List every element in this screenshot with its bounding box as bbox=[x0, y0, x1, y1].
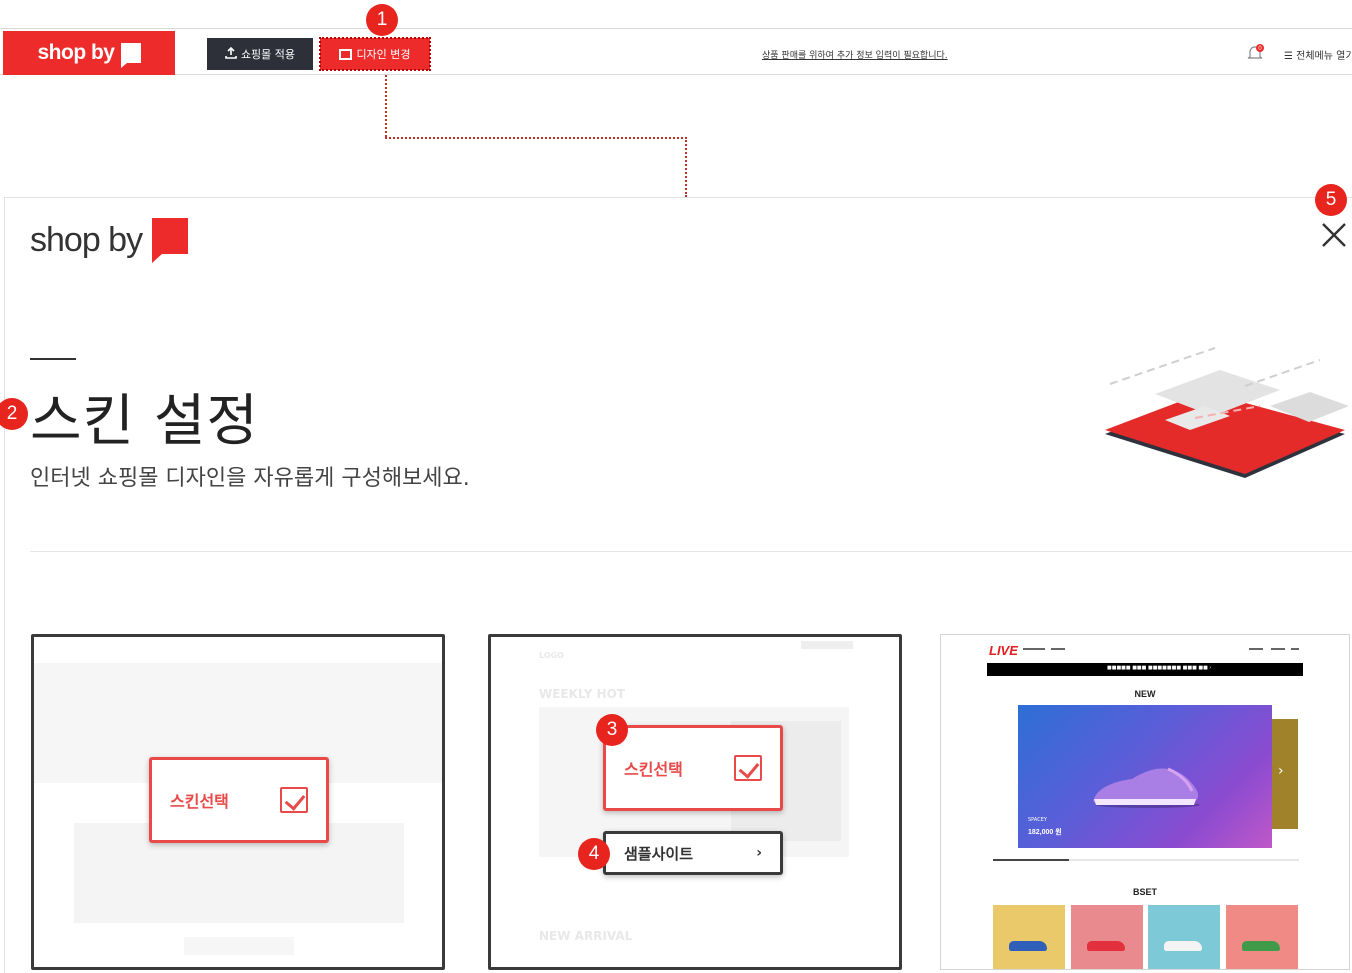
panel-logo: shop by bbox=[30, 218, 189, 263]
preview-nav-item bbox=[1291, 648, 1299, 650]
connector-line bbox=[685, 137, 687, 197]
connector-line bbox=[385, 137, 687, 139]
shoe-image bbox=[1087, 941, 1125, 951]
step-marker-4: 4 bbox=[578, 838, 610, 870]
sneaker-image bbox=[1093, 767, 1200, 808]
skin-card-1[interactable]: 스킨선택 bbox=[31, 634, 445, 970]
skin-settings-panel: shop by 스킨 설정 인터넷 쇼핑몰 디자인을 자유롭게 구성해보세요. … bbox=[4, 197, 1352, 973]
square-frame-icon bbox=[339, 48, 353, 60]
apply-shop-button[interactable]: 쇼핑몰 적용 bbox=[207, 38, 313, 70]
design-change-button[interactable]: 디자인 변경 bbox=[319, 37, 431, 71]
skin-select-button[interactable]: 스킨선택 bbox=[149, 757, 329, 843]
preview-section-best: BSET bbox=[1132, 887, 1157, 897]
bell-icon[interactable]: 0 bbox=[1246, 44, 1264, 62]
shoe-image bbox=[1164, 941, 1202, 951]
logo-flag-icon bbox=[120, 43, 141, 68]
chevron-right-icon: › bbox=[756, 845, 762, 861]
faded-logo: LOGO bbox=[539, 651, 564, 660]
all-menu-button[interactable]: ☰ 전체메뉴 열기 bbox=[1284, 47, 1352, 62]
step-marker-1: 1 bbox=[366, 4, 398, 36]
connector-line bbox=[385, 75, 387, 137]
preview-hero-image: SPACEY 182,000 원 bbox=[1018, 705, 1272, 848]
preview-nav-item bbox=[1271, 648, 1285, 650]
checkbox-checked-icon bbox=[280, 787, 308, 813]
preview-product-tile bbox=[1148, 905, 1220, 969]
apply-shop-label: 쇼핑몰 적용 bbox=[240, 48, 296, 61]
preview-product-tile bbox=[1226, 905, 1298, 969]
preview-nav-item bbox=[1023, 648, 1045, 650]
preview-nav-item bbox=[1051, 648, 1065, 650]
preview-product-price: 182,000 원 bbox=[1028, 829, 1062, 836]
preview-header: LIVE bbox=[941, 635, 1349, 663]
design-change-label: 디자인 변경 bbox=[356, 48, 411, 61]
panel-logo-text: shop by bbox=[30, 221, 143, 259]
sample-site-label: 샘플사이트 bbox=[624, 844, 694, 863]
logo-flag-icon bbox=[152, 218, 189, 263]
preview-next-slide: › bbox=[1272, 719, 1298, 829]
upload-icon bbox=[225, 46, 237, 62]
skin-select-label: 스킨선택 bbox=[624, 760, 683, 779]
faded-section-new-arrival: NEW ARRIVAL bbox=[539, 929, 633, 943]
placeholder-block bbox=[801, 641, 853, 649]
preview-section-new: NEW bbox=[1134, 689, 1156, 699]
placeholder-block bbox=[184, 937, 294, 955]
skin-card-2[interactable]: LOGO WEEKLY HOT NEW ARRIVAL 스킨선택 샘플사이트 › bbox=[488, 634, 902, 970]
skin-select-button[interactable]: 스킨선택 bbox=[603, 725, 783, 811]
skin-select-label: 스킨선택 bbox=[170, 792, 229, 811]
layers-illustration bbox=[1095, 346, 1352, 486]
close-icon[interactable] bbox=[1319, 220, 1349, 250]
page-subtitle: 인터넷 쇼핑몰 디자인을 자유롭게 구성해보세요. bbox=[30, 466, 470, 491]
preview-product-tile bbox=[1071, 905, 1143, 969]
shoe-image bbox=[1009, 941, 1047, 951]
preview-product-name: SPACEY bbox=[1028, 817, 1047, 823]
required-info-notice-link[interactable]: 상품 판매를 위하여 추가 정보 입력이 필요합니다. bbox=[762, 48, 948, 61]
chevron-right-icon: › bbox=[1278, 763, 1284, 779]
top-bar: shop by 쇼핑몰 적용 디자인 변경 상품 판매를 위하여 추가 정보 입… bbox=[0, 28, 1352, 75]
hamburger-icon: ☰ bbox=[1284, 51, 1293, 62]
preview-product-tile bbox=[993, 905, 1065, 969]
all-menu-label: 전체메뉴 열기 bbox=[1296, 51, 1352, 62]
step-marker-5: 5 bbox=[1315, 184, 1347, 216]
preview-top-banner: ■■■■■ ■■■ ■■■■■■■ ■■■ ■■ › bbox=[987, 663, 1303, 676]
page-title: 스킨 설정 bbox=[30, 389, 259, 454]
checkbox-checked-icon bbox=[734, 755, 762, 781]
skin-card-3-preview[interactable]: LIVE ■■■■■ ■■■ ■■■■■■■ ■■■ ■■ › NEW SPAC… bbox=[940, 634, 1350, 970]
sample-site-button[interactable]: 샘플사이트 › bbox=[603, 831, 783, 875]
title-dash bbox=[30, 358, 76, 360]
section-divider bbox=[30, 551, 1352, 552]
logo-text: shop by bbox=[37, 41, 115, 64]
shopby-logo[interactable]: shop by bbox=[3, 31, 175, 75]
preview-nav-item bbox=[1249, 648, 1263, 650]
preview-slider-progress bbox=[993, 859, 1299, 861]
faded-section-weekly-hot: WEEKLY HOT bbox=[539, 687, 626, 701]
shoe-image bbox=[1242, 941, 1280, 951]
step-marker-3: 3 bbox=[596, 714, 628, 746]
preview-brand-logo: LIVE bbox=[989, 643, 1018, 658]
